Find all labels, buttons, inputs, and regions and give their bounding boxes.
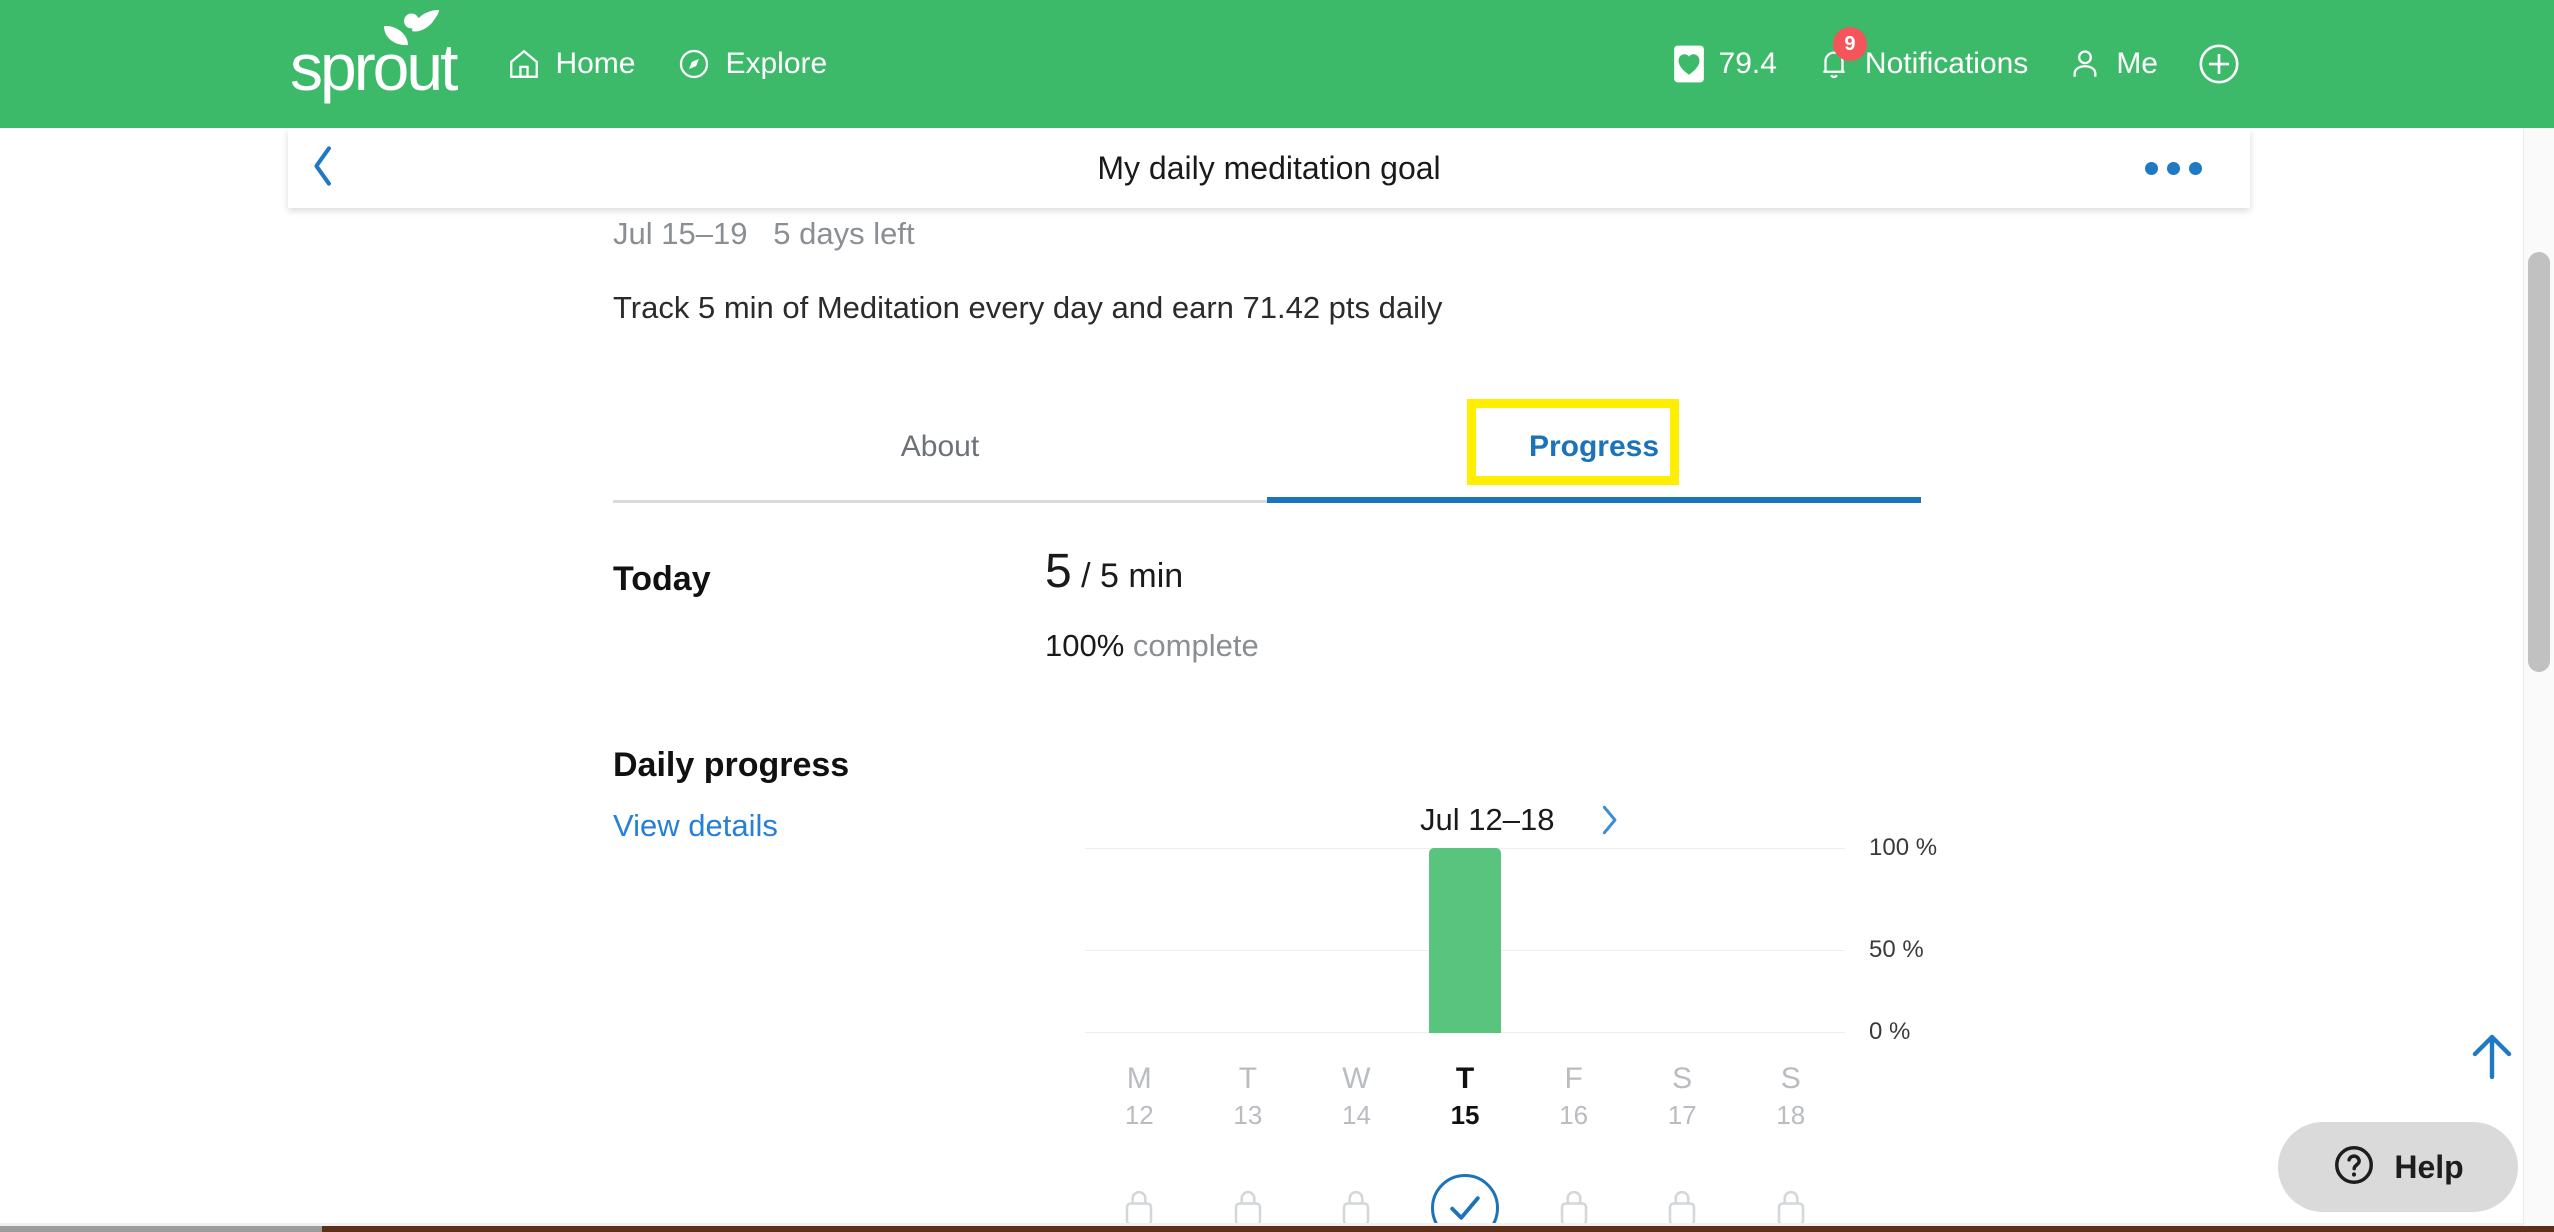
top-navigation-bar: sprout Home Explore 79.4 9 Notifications… [0,0,2554,128]
weekly-progress-chart: 100 % 50 % 0 % [1085,834,1937,1048]
nav-me-label: Me [2116,47,2158,80]
next-week-button[interactable] [1598,803,1622,837]
horizontal-scrollbar-thumb[interactable] [0,1226,322,1232]
day-number: 12 [1124,1099,1154,1130]
plus-circle-icon [2198,43,2240,85]
chevron-left-icon [307,144,339,193]
day-number: 13 [1233,1099,1263,1130]
view-details-link[interactable]: View details [613,808,778,844]
notification-badge: 9 [1832,27,1867,61]
chart-bar [1429,848,1502,1033]
compass-icon [677,47,711,81]
page-content: Jul 15–19 5 days left Track 5 min of Med… [0,208,2554,1232]
nav-notifications[interactable]: 9 Notifications [1817,27,2029,83]
week-range-label: Jul 12–18 [1420,802,1555,837]
page-title: My daily meditation goal [1097,149,1441,186]
goal-dates: Jul 15–19 5 days left [613,216,915,251]
sprout-logo[interactable]: sprout [290,10,458,102]
week-navigator: Jul 12–18 [1420,802,1622,838]
day-column-5: S 17 [1628,1063,1737,1129]
ellipsis-dot [2145,161,2158,175]
day-number: 15 [1450,1099,1480,1130]
leaf-icon [384,10,440,46]
today-label: Today [613,560,711,598]
chart-bar-cell [1085,848,1194,1033]
nav-left-group: sprout Home Explore [290,0,869,128]
points-value: 79.4 [1718,47,1777,80]
bell-icon: 9 [1817,27,1867,83]
chart-bar-cell [1628,848,1737,1033]
day-of-week: T [1455,1062,1475,1095]
day-column-0: M 12 [1085,1063,1194,1129]
today-complete-label: complete [1132,628,1259,663]
day-column-1: T 13 [1194,1063,1303,1129]
heart-card-icon [1673,45,1705,83]
horizontal-scrollbar-track[interactable] [0,1226,2554,1232]
daily-progress-label: Daily progress [613,746,850,784]
day-number: 16 [1559,1099,1589,1130]
tab-progress[interactable]: Progress [1267,393,1921,500]
check-icon [1450,1196,1480,1220]
scroll-to-top-button[interactable] [2462,1027,2522,1087]
nav-home[interactable]: Home [507,47,635,81]
today-current-value: 5 [1045,545,1072,598]
day-number: 14 [1341,1099,1371,1130]
today-complete-row: 100% complete [1045,628,1259,664]
nav-home-label: Home [555,47,636,80]
y-axis-tick-100: 100 % [1869,834,1938,861]
chart-bar-cell [1519,848,1628,1033]
back-button[interactable] [288,128,358,208]
chart-day-labels: M 12 T 13 W 14 T 15 F 16 S 17 S 18 [1085,1063,1845,1129]
question-circle-icon [2332,1143,2376,1192]
home-icon [507,47,541,81]
day-of-week: T [1238,1062,1258,1095]
chart-bars [1085,848,1845,1033]
vertical-scrollbar-thumb[interactable] [2528,252,2550,672]
help-label: Help [2394,1148,2464,1185]
chevron-right-icon [1603,805,1617,835]
day-of-week: S [1672,1062,1693,1095]
ellipsis-dot [2167,161,2180,175]
person-icon [2068,47,2102,81]
nav-explore[interactable]: Explore [677,47,827,81]
today-percent: 100% [1045,628,1125,663]
nav-right-group: 79.4 9 Notifications Me [1673,0,2254,128]
chart-bar-cell [1736,848,1845,1033]
day-of-week: W [1342,1062,1371,1095]
tab-bar: About Progress [613,393,1921,503]
arrow-up-icon [2472,1034,2512,1080]
chart-bar-cell [1411,848,1520,1033]
goal-description: Track 5 min of Meditation every day and … [613,290,1443,325]
day-of-week: S [1780,1062,1801,1095]
day-column-4: F 16 [1519,1063,1628,1129]
help-widget-button[interactable]: Help [2278,1122,2518,1212]
chart-bar-cell [1194,848,1303,1033]
y-axis-tick-50: 50 % [1869,936,1924,963]
day-column-2: W 14 [1302,1063,1411,1129]
day-of-week: M [1126,1062,1152,1095]
today-target-value: / 5 min [1081,557,1184,595]
nav-explore-label: Explore [725,47,828,80]
more-options-button[interactable] [2145,161,2202,175]
app-root: sprout Home Explore 79.4 9 Notifications… [0,0,2554,1232]
nav-add[interactable] [2198,43,2254,85]
day-column-3: T 15 [1411,1063,1520,1129]
tab-about[interactable]: About [613,393,1267,500]
day-number: 18 [1776,1099,1806,1130]
nav-me[interactable]: Me [2068,47,2158,81]
points-indicator[interactable]: 79.4 [1673,45,1777,83]
page-header-bar: My daily meditation goal [288,128,2250,208]
day-of-week: F [1564,1062,1583,1095]
day-column-6: S 18 [1736,1063,1845,1129]
tab-active-indicator [1267,497,1921,503]
ellipsis-dot [2189,161,2202,175]
y-axis-tick-0: 0 % [1869,1018,1911,1045]
day-number: 17 [1667,1099,1697,1130]
nav-notifications-label: Notifications [1864,47,2029,80]
chart-bar-cell [1302,848,1411,1033]
today-value-row: 5 / 5 min [1045,544,1183,599]
